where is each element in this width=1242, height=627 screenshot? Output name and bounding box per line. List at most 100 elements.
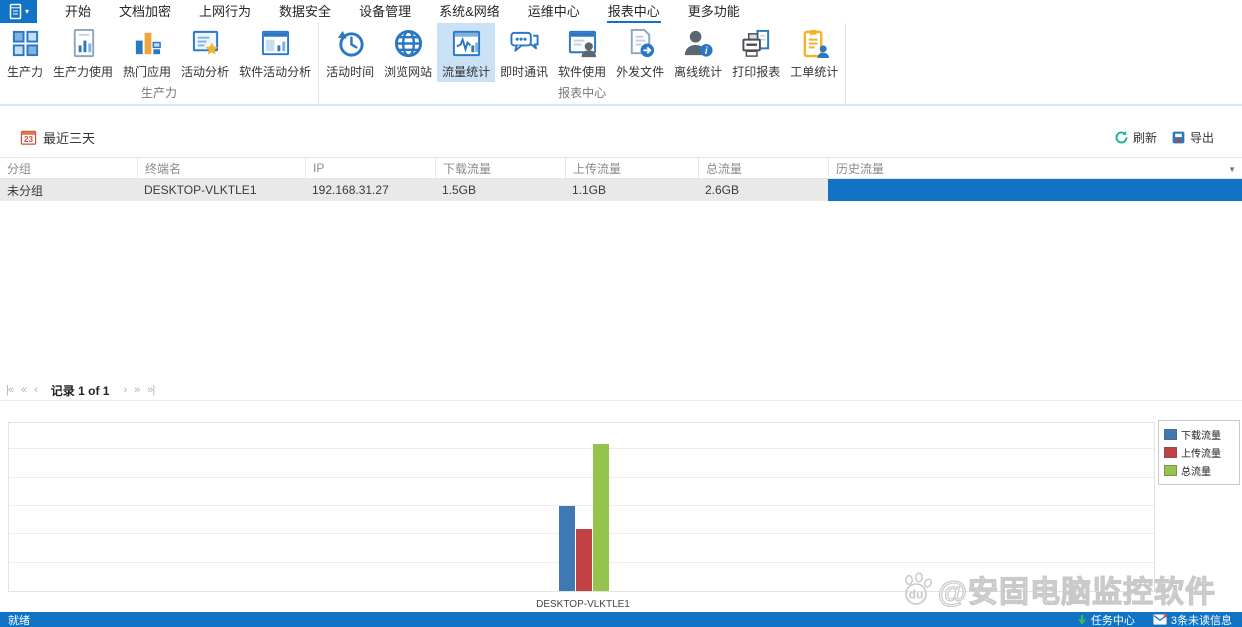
hot-apps-icon — [132, 28, 163, 59]
ribbon-button-doc-export[interactable]: 外发文件 — [611, 23, 669, 82]
column-header-label: 终端名 — [145, 161, 182, 176]
column-header-group[interactable]: 分组 — [0, 158, 137, 178]
date-filter-button[interactable]: 23 最近三天 — [20, 128, 95, 147]
fast-next-button[interactable]: » — [134, 384, 140, 396]
refresh-button[interactable]: 刷新 — [1114, 129, 1157, 146]
menu-item-label: 开始 — [65, 4, 92, 19]
ribbon-group-label: 报表中心 — [558, 86, 607, 100]
toolbar-actions: 刷新 导出 — [1114, 129, 1214, 146]
doc-export-icon — [625, 28, 656, 59]
legend-label: 上传流量 — [1181, 449, 1221, 460]
cell-upload: 1.1GB — [572, 183, 607, 197]
table-row[interactable]: 未分组 DESKTOP-VLKTLE1 192.168.31.27 1.5GB 1.1G… — [0, 179, 1242, 201]
ribbon-button-hot-apps[interactable]: 热门应用 — [118, 23, 176, 82]
ribbon-button-label: 浏览网站 — [384, 65, 433, 79]
ribbon-button-traffic-chart[interactable]: 流量统计 — [437, 23, 496, 82]
svg-text:i: i — [705, 46, 708, 57]
ribbon-button-printer[interactable]: 打印报表 — [727, 23, 785, 82]
legend-label: 下载流量 — [1181, 431, 1221, 442]
ribbon-button-window-user[interactable]: 软件使用 — [553, 23, 611, 82]
export-button[interactable]: 导出 — [1171, 129, 1214, 146]
task-center-button[interactable]: 任务中心 — [1077, 612, 1135, 627]
legend-swatch — [1164, 447, 1177, 458]
record-count-label: 记录 1 of 1 — [50, 383, 110, 398]
column-header-label: IP — [313, 161, 325, 175]
history-usage-bar — [828, 179, 1242, 201]
ribbon-button-user-info[interactable]: i 离线统计 — [669, 23, 727, 82]
ribbon-button-window-chart[interactable]: 软件活动分析 — [234, 23, 316, 82]
cell-ip: 192.168.31.27 — [312, 183, 389, 197]
mail-icon — [1152, 614, 1167, 625]
ribbon-button-label: 活动时间 — [326, 65, 375, 79]
menu-item-label: 系统&网络 — [439, 4, 500, 19]
chart-bar-download[interactable] — [559, 506, 575, 591]
export-label: 导出 — [1189, 130, 1214, 145]
ribbon-button-label: 热门应用 — [123, 65, 172, 79]
ribbon-button-label: 软件使用 — [558, 65, 607, 79]
cell-group: 未分组 — [7, 183, 44, 198]
menu-item-6[interactable]: 系统&网络 — [425, 0, 514, 23]
refresh-label: 刷新 — [1132, 130, 1157, 145]
menu-item-4[interactable]: 数据安全 — [265, 0, 345, 23]
cell-download: 1.5GB — [442, 183, 477, 197]
column-header-download[interactable]: 下载流量 — [435, 158, 565, 178]
legend-swatch — [1164, 429, 1177, 440]
ribbon-separator — [0, 104, 1242, 106]
menu-item-label: 运维中心 — [527, 4, 580, 19]
ribbon-button-label: 生产力使用 — [53, 65, 114, 79]
column-header-upload[interactable]: 上传流量 — [565, 158, 698, 178]
ribbon-button-clipboard-user[interactable]: 工单统计 — [785, 23, 843, 82]
column-dropdown-icon[interactable]: ▼ — [1228, 165, 1236, 174]
menu-item-label: 更多功能 — [687, 4, 740, 19]
menu-item-9[interactable]: 更多功能 — [674, 0, 754, 23]
app-menu-button[interactable]: ▾ — [0, 0, 37, 23]
ribbon-button-label: 离线统计 — [674, 65, 723, 79]
date-filter-label: 最近三天 — [43, 130, 96, 146]
prev-page-button[interactable]: ‹ — [34, 384, 38, 396]
column-header-label: 历史流量 — [836, 161, 885, 176]
ribbon-button-chat[interactable]: 即时通讯 — [495, 23, 553, 82]
ribbon-button-grid[interactable]: 生产力 — [2, 23, 48, 82]
chart-bar-total[interactable] — [593, 444, 609, 591]
ribbon-group-1: 生产力 生产力使用 热门应用 活动分析 软件活动分析 生产力 — [0, 23, 320, 104]
menu-item-8[interactable]: 报表中心 — [594, 0, 674, 23]
menu-bar: ▾ 开始 文档加密 上网行为 数据安全 设备管理 系统&网络 运维中心 报表中心 更多功能 — [0, 0, 1242, 23]
column-header-history_bar[interactable]: 历史流量 — [828, 158, 1242, 178]
ribbon: 生产力 生产力使用 热门应用 活动分析 软件活动分析 生产力 活动时间 浏览网站 流量统计 即时通… — [0, 23, 1242, 104]
ribbon-button-doc-star[interactable]: 活动分析 — [176, 23, 234, 82]
menu-item-5[interactable]: 设备管理 — [345, 0, 425, 23]
menu-item-3[interactable]: 上网行为 — [185, 0, 265, 23]
globe-icon — [393, 28, 424, 59]
clock-history-icon — [335, 28, 366, 59]
window-chart-icon — [260, 28, 291, 59]
chart-bar-upload[interactable] — [576, 529, 592, 591]
column-header-label: 总流量 — [706, 161, 743, 176]
ribbon-button-doc-chart[interactable]: 生产力使用 — [48, 23, 118, 82]
next-page-button[interactable]: › — [123, 384, 127, 396]
menu-item-label: 上网行为 — [199, 4, 252, 19]
column-header-total[interactable]: 总流量 — [698, 158, 828, 178]
doc-chart-icon — [68, 28, 99, 59]
ribbon-button-clock-history[interactable]: 活动时间 — [321, 23, 379, 82]
column-header-ip[interactable]: IP — [305, 158, 435, 178]
menu-item-1[interactable]: 开始 — [51, 0, 105, 23]
first-page-button[interactable]: |« — [6, 384, 14, 396]
menu-items: 开始 文档加密 上网行为 数据安全 设备管理 系统&网络 运维中心 报表中心 更多功能 — [51, 0, 754, 23]
column-header-terminal[interactable]: 终端名 — [137, 158, 305, 178]
ribbon-button-globe[interactable]: 浏览网站 — [379, 23, 437, 82]
last-page-button[interactable]: »| — [147, 384, 155, 396]
calendar-icon: 23 — [20, 129, 37, 146]
unread-messages-button[interactable]: 3条未读信息 — [1152, 612, 1232, 627]
ribbon-button-label: 软件活动分析 — [239, 65, 312, 79]
menu-item-label: 设备管理 — [359, 4, 412, 19]
traffic-chart: DESKTOP-VLKTLE1 下载流量 上传流量 总流量 — [0, 418, 1242, 612]
chart-category-label: DESKTOP-VLKTLE1 — [536, 599, 630, 610]
fast-prev-button[interactable]: « — [21, 384, 27, 396]
traffic-table: 分组 终端名 IP 下载流量 上传流量 总流量 历史流量 ▼ 未分组 DESKTOP-VLKTL… — [0, 157, 1242, 201]
cell-terminal: DESKTOP-VLKTLE1 — [144, 183, 257, 197]
ribbon-group-buttons: 活动时间 浏览网站 流量统计 即时通讯 软件使用 外发文件 i 离线统计 打印报表 工单统计 — [321, 23, 843, 82]
menu-item-2[interactable]: 文档加密 — [105, 0, 185, 23]
chart-gridline — [9, 448, 1154, 450]
clipboard-user-icon — [799, 28, 830, 59]
menu-item-7[interactable]: 运维中心 — [514, 0, 594, 23]
